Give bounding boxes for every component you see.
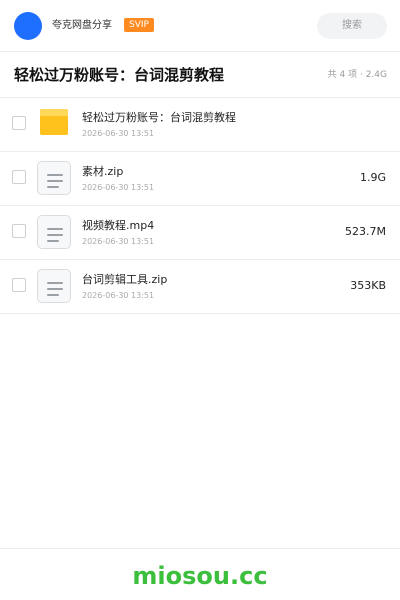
file-list: 轻松过万粉账号：台词混剪教程 2026-06-30 13:51 素材.zip 2… [0,98,400,314]
folder-icon [37,107,71,141]
file-row-folder[interactable]: 轻松过万粉账号：台词混剪教程 2026-06-30 13:51 [0,98,400,152]
top-bar: 夸克网盘分享 SVIP 搜索 [0,0,400,52]
file-name: 素材.zip [82,165,124,178]
search-input[interactable]: 搜索 [317,13,387,39]
file-size: 1.9G [359,171,386,184]
file-size: 353KB [350,279,386,292]
file-name: 轻松过万粉账号：台词混剪教程 [82,111,236,124]
svip-badge: SVIP [124,18,154,32]
file-row[interactable]: 台词剪辑工具.zip 2026-06-30 13:51 353KB [0,260,400,314]
file-date: 2026-06-30 13:51 [82,183,155,192]
file-date: 2026-06-30 13:51 [82,291,155,300]
file-row[interactable]: 素材.zip 2026-06-30 13:51 1.9G [0,152,400,206]
file-date: 2026-06-30 13:51 [82,237,155,246]
share-summary: 共 4 项 · 2.4G [327,70,387,80]
avatar[interactable] [14,12,42,40]
file-row[interactable]: 视频教程.mp4 2026-06-30 13:51 523.7M [0,206,400,260]
page-title: 轻松过万粉账号：台词混剪教程 [14,66,225,84]
footer: miosou.cc [0,548,400,600]
file-icon [37,161,71,195]
row-checkbox[interactable] [12,170,26,184]
file-size: 523.7M [345,225,386,238]
row-checkbox[interactable] [12,116,26,130]
share-header: 轻松过万粉账号：台词混剪教程 共 4 项 · 2.4G [0,52,400,98]
file-name: 视频教程.mp4 [82,219,155,232]
file-icon [37,215,71,249]
brand-watermark: miosou.cc [132,562,268,590]
row-checkbox[interactable] [12,224,26,238]
file-name: 台词剪辑工具.zip [82,273,168,286]
file-date: 2026-06-30 13:51 [82,129,155,138]
sharer-name: 夸克网盘分享 [52,20,112,31]
file-icon [37,269,71,303]
row-checkbox[interactable] [12,278,26,292]
